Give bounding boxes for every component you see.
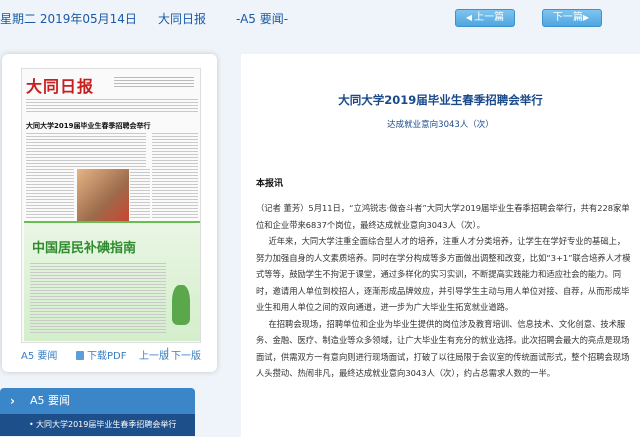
current-section: -A5 要闻- [236, 12, 289, 26]
thumbnail-advert: 中国居民补碘指南 [24, 221, 200, 341]
top-bar: 星期二 2019年05月14日 大同日报 -A5 要闻- ◀ 上一篇 下一篇▶ [0, 0, 640, 34]
thumbnail-text-block [26, 169, 74, 219]
thumbnail-headline: 大同大学2019届毕业生春季招聘会举行 [26, 122, 151, 130]
advert-text-block [30, 263, 166, 335]
article-title: 大同大学2019届毕业生春季招聘会举行 [338, 93, 543, 107]
thumbnail-text-block [26, 133, 146, 167]
pdf-icon [76, 351, 84, 360]
section-list-title: A5 要闻 [30, 394, 71, 407]
thumbnail-text-block [26, 99, 198, 113]
section-list: › A5 要闻 • 大同大学2019届毕业生春季招聘会举行 [0, 388, 195, 436]
prev-article-button[interactable]: ◀ 上一篇 [455, 9, 515, 27]
thumbnail-text-block [130, 169, 150, 219]
thumbnail-masthead: 大同日报 [26, 77, 95, 96]
advert-title: 中国居民补碘指南 [32, 241, 137, 256]
issue-date: 星期二 2019年05月14日 [0, 12, 137, 26]
article-body: （记者 董芳）5月11日，“立鸿锐志·做奋斗者”大同大学2019届毕业生春季招聘… [256, 200, 631, 382]
list-item[interactable]: • 大同大学2019届毕业生春季招聘会举行 [0, 414, 195, 436]
next-page-link[interactable]: 下一版 [171, 347, 201, 362]
article-intro-label: 本报讯 [256, 179, 284, 189]
chevron-right-icon: › [10, 394, 15, 408]
section-link[interactable]: A5 要闻 [21, 347, 57, 362]
prev-page-link[interactable]: 上一版 [139, 347, 169, 362]
list-item-label: 大同大学2019届毕业生春季招聘会举行 [36, 420, 177, 429]
tree-icon [172, 285, 190, 325]
article-paragraph: 在招聘会现场，招聘单位和企业为毕业生提供的岗位涉及教育培训、信息技术、文化创意、… [256, 318, 630, 379]
article-panel: 大同大学2019届毕业生春季招聘会举行 达成就业意向3043人（次） 本报讯 （… [241, 54, 640, 437]
link-separator: | [166, 347, 170, 358]
thumbnail-masthead-lines [114, 77, 194, 87]
article-paragraph: （记者 董芳）5月11日，“立鸿锐志·做奋斗者”大同大学2019届毕业生春季招聘… [256, 203, 630, 230]
next-article-label: 下一篇 [552, 12, 583, 23]
download-pdf-link[interactable]: 下载PDF [76, 347, 126, 362]
chevron-right-icon: ▶ [582, 13, 590, 22]
article-paragraph: 近年来，大同大学注重全面综合型人才的培养，注重人才分类培养，让学生在学好专业的基… [256, 236, 631, 312]
newspaper-name[interactable]: 大同日报 [158, 10, 206, 27]
download-pdf-label: 下载PDF [87, 351, 127, 362]
chevron-left-icon: ◀ [465, 13, 473, 22]
article-subtitle: 达成就业意向3043人（次） [387, 120, 494, 130]
page-thumbnail[interactable]: 大同日报 大同大学2019届毕业生春季招聘会举行 中国居民补碘指南 [21, 68, 201, 343]
prev-article-label: 上一篇 [474, 12, 505, 23]
thumbnail-photo [77, 169, 129, 221]
thumbnail-text-block [152, 133, 198, 219]
page-thumbnail-panel: 大同日报 大同大学2019届毕业生春季招聘会举行 中国居民补碘指南 A5 要闻 … [2, 54, 217, 372]
section-list-header[interactable]: › A5 要闻 [0, 388, 195, 414]
next-article-button[interactable]: 下一篇▶ [542, 9, 602, 27]
bullet-icon: • [29, 420, 34, 429]
